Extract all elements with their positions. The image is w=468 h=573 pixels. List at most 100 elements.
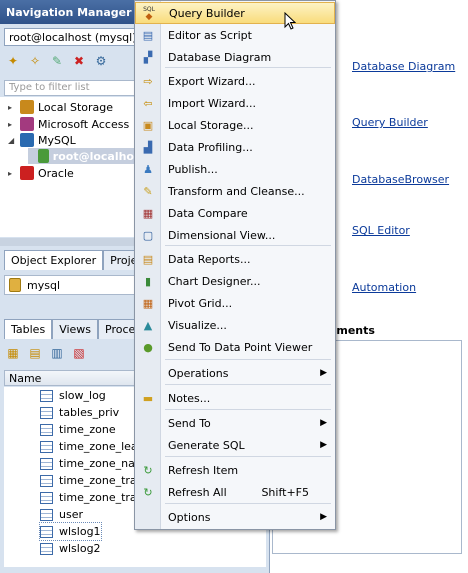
submenu-arrow-icon: ▶ xyxy=(320,440,327,450)
add-icon[interactable]: ▤ xyxy=(26,344,44,362)
publish-icon: ♟ xyxy=(143,162,153,176)
tab-object-explorer[interactable]: Object Explorer xyxy=(4,250,104,270)
tree-node[interactable]: ◢ MySQL xyxy=(8,132,76,148)
pivot-grid-icon: ▦ xyxy=(142,296,154,310)
expand-icon[interactable]: ▸ xyxy=(8,169,16,178)
table-row[interactable]: wlslog2 xyxy=(40,540,101,557)
menu-item-label: Operations xyxy=(168,366,229,380)
explorer-tabs: Object Explorer Proje xyxy=(4,250,145,270)
menu-item-label: Query Builder xyxy=(169,6,245,20)
tree-node-label: Microsoft Access xyxy=(38,117,130,131)
edit-table-icon[interactable]: ▥ xyxy=(48,344,66,362)
menu-item-send-to-data-point-viewer[interactable]: ● Send To Data Point Viewer xyxy=(135,336,335,358)
drop-table-icon[interactable]: ▧ xyxy=(70,344,88,362)
menu-item-data-profiling[interactable]: ▟ Data Profiling... xyxy=(135,136,335,158)
table-row[interactable]: time_zone_tran xyxy=(40,489,144,506)
menu-item-data-reports[interactable]: ▤ Data Reports... xyxy=(135,248,335,270)
table-row[interactable]: slow_log xyxy=(40,387,106,404)
query-builder-icon: SQL ◆ xyxy=(143,6,155,22)
connect-icon[interactable]: ✦ xyxy=(4,52,22,70)
menu-item-label: Refresh All xyxy=(168,485,227,499)
menu-separator xyxy=(165,503,331,504)
table-row[interactable]: time_zone_nam xyxy=(40,455,146,472)
menu-separator xyxy=(165,409,331,410)
table-icon xyxy=(40,491,53,504)
menu-item-label: Local Storage... xyxy=(168,118,254,132)
menu-item-local-storage[interactable]: ▣ Local Storage... xyxy=(135,114,335,136)
expand-icon[interactable]: ▸ xyxy=(8,120,16,129)
local-storage-icon xyxy=(20,100,34,114)
menu-item-export-wizard[interactable]: ⇨ Export Wizard... xyxy=(135,70,335,92)
menu-item-data-compare[interactable]: ▦ Data Compare xyxy=(135,202,335,224)
export-icon: ⇨ xyxy=(143,74,153,88)
submenu-arrow-icon: ▶ xyxy=(320,418,327,428)
expand-icon[interactable]: ◢ xyxy=(8,136,16,145)
link-database-diagram[interactable]: Database Diagram xyxy=(352,60,455,73)
refresh-icon: ↻ xyxy=(143,463,153,477)
table-row[interactable]: user xyxy=(40,506,83,523)
new-table-icon[interactable]: ▦ xyxy=(4,344,22,362)
tree-node[interactable]: ▸ Microsoft Access xyxy=(8,116,129,132)
menu-item-label: Send To Data Point Viewer xyxy=(168,340,313,354)
link-automation[interactable]: Automation xyxy=(352,281,416,294)
tree-node[interactable]: root@localho xyxy=(28,148,138,164)
shortcut-label: Shift+F5 xyxy=(261,485,309,499)
menu-item-query-builder[interactable]: SQL ◆ Query Builder xyxy=(135,2,335,24)
menu-item-label: Publish... xyxy=(168,162,218,176)
access-icon xyxy=(20,117,34,131)
expand-icon[interactable]: ▸ xyxy=(8,103,16,112)
link-query-builder[interactable]: Query Builder xyxy=(352,116,428,129)
table-icon xyxy=(40,474,53,487)
menu-item-publish[interactable]: ♟ Publish... xyxy=(135,158,335,180)
menu-item-generate-sql[interactable]: Generate SQL ▶ xyxy=(135,434,335,456)
menu-item-label: Data Compare xyxy=(168,206,248,220)
new-connection-icon[interactable]: ✧ xyxy=(26,52,44,70)
menu-item-editor-as-script[interactable]: ▤ Editor as Script xyxy=(135,24,335,46)
menu-item-refresh-item[interactable]: ↻ Refresh Item xyxy=(135,459,335,481)
menu-item-import-wizard[interactable]: ⇦ Import Wizard... xyxy=(135,92,335,114)
menu-item-notes[interactable]: ▬ Notes... xyxy=(135,387,335,409)
link-database-browser[interactable]: DatabaseBrowser xyxy=(352,173,449,186)
menu-item-operations[interactable]: Operations ▶ xyxy=(135,362,335,384)
menu-item-database-diagram[interactable]: ▞ Database Diagram xyxy=(135,46,335,68)
submenu-arrow-icon: ▶ xyxy=(320,512,327,522)
table-row[interactable]: time_zone_leap xyxy=(40,438,145,455)
database-icon xyxy=(9,278,21,292)
refresh-all-icon: ↻ xyxy=(143,485,153,499)
tab-views[interactable]: Views xyxy=(52,319,99,339)
menu-item-pivot-grid[interactable]: ▦ Pivot Grid... xyxy=(135,292,335,314)
menu-item-label: Import Wizard... xyxy=(168,96,257,110)
menu-item-send-to[interactable]: Send To ▶ xyxy=(135,412,335,434)
table-row[interactable]: tables_priv xyxy=(40,404,119,421)
tree-node[interactable]: ▸ Local Storage xyxy=(8,99,113,115)
table-icon xyxy=(40,440,53,453)
edit-connection-icon[interactable]: ✎ xyxy=(48,52,66,70)
menu-item-visualize[interactable]: ▲ Visualize... xyxy=(135,314,335,336)
link-sql-editor[interactable]: SQL Editor xyxy=(352,224,410,237)
database-diagram-icon: ▞ xyxy=(143,50,153,64)
menu-item-dimensional-view[interactable]: ▢ Dimensional View... xyxy=(135,224,335,246)
menu-item-label: Database Diagram xyxy=(168,50,272,64)
tree-node[interactable]: ▸ Oracle xyxy=(8,165,74,181)
menu-item-refresh-all[interactable]: ↻ Refresh All Shift+F5 xyxy=(135,481,335,503)
table-name: wlslog2 xyxy=(59,542,101,555)
table-row[interactable]: time_zone xyxy=(40,421,116,438)
tab-tables[interactable]: Tables xyxy=(4,319,53,339)
menu-item-options[interactable]: Options ▶ xyxy=(135,506,335,528)
table-row[interactable]: wlslog1 xyxy=(39,522,102,541)
table-name: tables_priv xyxy=(59,406,120,419)
menu-item-transform-and-cleanse[interactable]: ✎ Transform and Cleanse... xyxy=(135,180,335,202)
dimensional-view-icon: ▢ xyxy=(142,228,154,242)
table-row[interactable]: time_zone_tran xyxy=(40,472,144,489)
data-profiling-icon: ▟ xyxy=(143,140,153,154)
delete-icon[interactable]: ✖ xyxy=(70,52,88,70)
nav-toolbar: ✦ ✧ ✎ ✖ ⚙ xyxy=(4,52,110,72)
menu-item-label: Pivot Grid... xyxy=(168,296,233,310)
table-icon xyxy=(40,389,53,402)
mouse-cursor-icon xyxy=(284,12,296,30)
table-name: slow_log xyxy=(59,389,106,402)
table-icon xyxy=(40,457,53,470)
menu-item-chart-designer[interactable]: ▮ Chart Designer... xyxy=(135,270,335,292)
local-storage-icon: ▣ xyxy=(142,118,154,132)
properties-icon[interactable]: ⚙ xyxy=(92,52,110,70)
